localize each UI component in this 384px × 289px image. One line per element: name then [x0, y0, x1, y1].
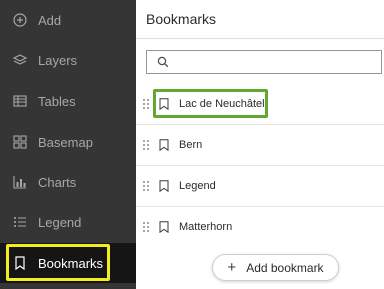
legend-list-icon [13, 215, 27, 229]
bookmark-label: Legend [179, 179, 216, 192]
sidebar: Add Layers Tables Basemap Charts Legend [0, 0, 136, 289]
table-icon [13, 94, 27, 108]
bar-chart-icon [13, 175, 27, 189]
highlight-box-green [153, 89, 268, 118]
drag-handle-icon[interactable] [142, 221, 150, 233]
basemap-grid-icon [13, 135, 27, 149]
sidebar-item-label: Charts [38, 174, 77, 190]
add-bookmark-button[interactable]: + Add bookmark [212, 254, 339, 281]
search-icon [157, 56, 169, 68]
bookmark-icon [159, 179, 169, 192]
sidebar-item-label: Tables [38, 93, 76, 109]
drag-handle-icon[interactable] [142, 180, 150, 192]
sidebar-item-tables[interactable]: Tables [0, 81, 136, 121]
bookmarks-panel: Bookmarks Lac de Neuchâtel Bern Legend M… [136, 0, 384, 289]
bookmark-icon [159, 220, 169, 233]
bookmark-row[interactable]: Legend [136, 165, 384, 206]
bookmark-label: Matterhorn [179, 220, 233, 233]
sidebar-item-basemap[interactable]: Basemap [0, 122, 136, 162]
plus-circle-icon [13, 13, 27, 27]
drag-handle-icon[interactable] [142, 139, 150, 151]
panel-title: Bookmarks [146, 11, 217, 27]
sidebar-item-layers[interactable]: Layers [0, 40, 136, 80]
bookmark-icon [159, 138, 169, 151]
plus-icon: + [227, 259, 237, 276]
bookmark-row[interactable]: Matterhorn [136, 206, 384, 247]
add-bookmark-label: Add bookmark [246, 260, 324, 275]
header-divider [136, 38, 384, 39]
sidebar-item-charts[interactable]: Charts [0, 162, 136, 202]
sidebar-item-add[interactable]: Add [0, 0, 136, 40]
drag-handle-icon[interactable] [142, 98, 150, 110]
sidebar-item-label: Basemap [38, 134, 93, 150]
sidebar-item-label: Layers [38, 52, 78, 68]
sidebar-item-label: Add [38, 12, 62, 28]
layers-icon [13, 53, 27, 67]
bookmark-label: Bern [179, 138, 203, 151]
search-field[interactable] [146, 50, 382, 74]
bookmark-row[interactable]: Bern [136, 124, 384, 165]
sidebar-item-legend[interactable]: Legend [0, 202, 136, 242]
sidebar-item-label: Legend [38, 214, 82, 230]
highlight-box-yellow [6, 244, 110, 281]
search-input[interactable] [175, 52, 381, 72]
